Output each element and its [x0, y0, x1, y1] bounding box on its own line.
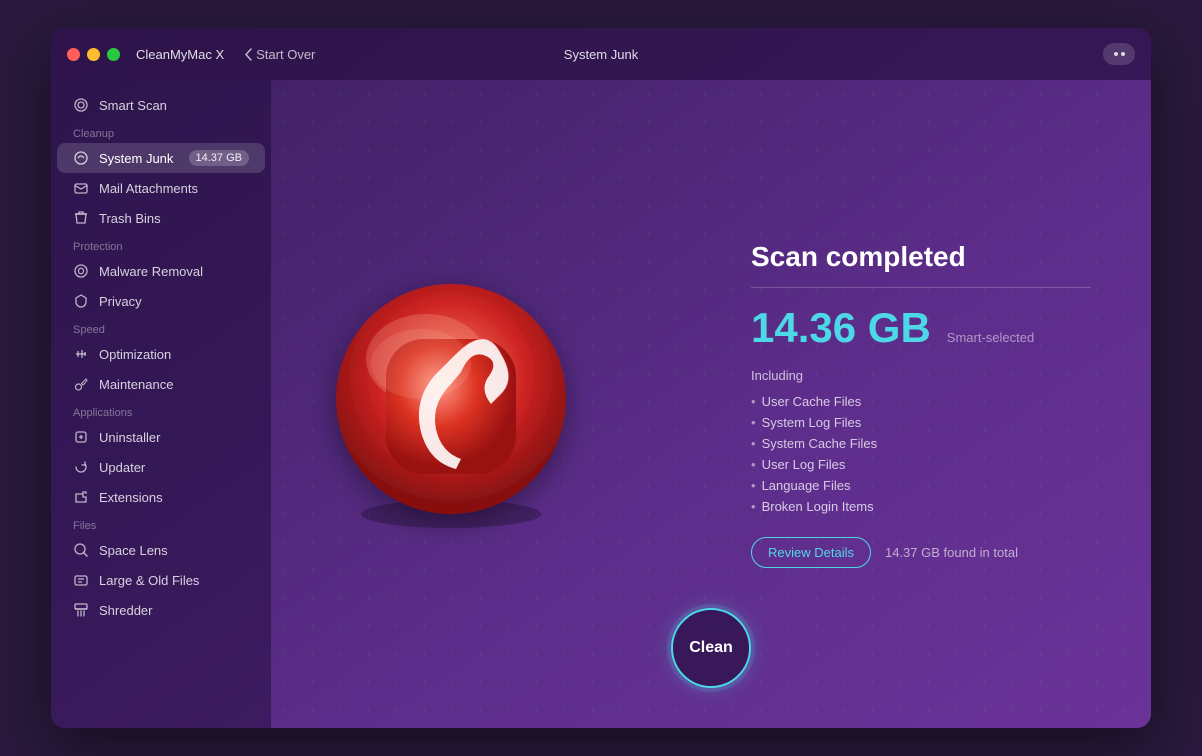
smart-selected-label: Smart-selected [947, 330, 1034, 345]
sidebar-item-system-junk[interactable]: System Junk 14.37 GB [57, 143, 265, 173]
main-content: Smart Scan Cleanup System Junk 14.37 GB … [51, 80, 1151, 728]
traffic-lights [67, 48, 120, 61]
system-junk-icon [73, 150, 89, 166]
sidebar-item-optimization[interactable]: Optimization [57, 339, 265, 369]
large-files-icon [73, 572, 89, 588]
content-area: Scan completed 14.36 GB Smart-selected I… [271, 80, 1151, 728]
sidebar-item-maintenance[interactable]: Maintenance [57, 369, 265, 399]
close-button[interactable] [67, 48, 80, 61]
sidebar: Smart Scan Cleanup System Junk 14.37 GB … [51, 80, 271, 728]
speed-section-label: Speed [51, 316, 271, 339]
shredder-icon [73, 602, 89, 618]
optimization-icon [73, 346, 89, 362]
file-list-item: Language Files [751, 475, 1091, 496]
sidebar-item-uninstaller[interactable]: Uninstaller [57, 422, 265, 452]
start-over-button[interactable]: Start Over [244, 47, 315, 62]
review-details-button[interactable]: Review Details [751, 537, 871, 568]
chevron-left-icon [244, 48, 252, 61]
app-title: CleanMyMac X [136, 47, 224, 62]
extensions-icon [73, 489, 89, 505]
malware-icon [73, 263, 89, 279]
info-panel: Scan completed 14.36 GB Smart-selected I… [711, 241, 1091, 568]
app-window: CleanMyMac X Start Over System Junk [51, 28, 1151, 728]
review-row: Review Details 14.37 GB found in total [751, 537, 1091, 568]
files-section-label: Files [51, 512, 271, 535]
file-list-item: System Cache Files [751, 433, 1091, 454]
maximize-button[interactable] [107, 48, 120, 61]
minimize-button[interactable] [87, 48, 100, 61]
sidebar-item-trash-bins[interactable]: Trash Bins [57, 203, 265, 233]
clean-button[interactable]: Clean [671, 608, 751, 688]
file-list-item: System Log Files [751, 412, 1091, 433]
titlebar: CleanMyMac X Start Over System Junk [51, 28, 1151, 80]
file-list-item: User Cache Files [751, 391, 1091, 412]
protection-section-label: Protection [51, 233, 271, 256]
window-center-title: System Junk [564, 47, 638, 62]
file-list-item: User Log Files [751, 454, 1091, 475]
titlebar-right [1103, 43, 1135, 65]
sidebar-item-space-lens[interactable]: Space Lens [57, 535, 265, 565]
sidebar-item-large-old-files[interactable]: Large & Old Files [57, 565, 265, 595]
dot2 [1121, 52, 1125, 56]
file-list-item: Broken Login Items [751, 496, 1091, 517]
including-label: Including [751, 368, 1091, 383]
mail-icon [73, 180, 89, 196]
app-logo [311, 264, 591, 544]
more-options-button[interactable] [1103, 43, 1135, 65]
sidebar-item-malware-removal[interactable]: Malware Removal [57, 256, 265, 286]
updater-icon [73, 459, 89, 475]
system-junk-badge: 14.37 GB [189, 150, 249, 166]
scan-completed-title: Scan completed [751, 241, 1091, 273]
sidebar-item-mail-attachments[interactable]: Mail Attachments [57, 173, 265, 203]
uninstaller-icon [73, 429, 89, 445]
maintenance-icon [73, 376, 89, 392]
applications-section-label: Applications [51, 399, 271, 422]
privacy-icon [73, 293, 89, 309]
sidebar-item-extensions[interactable]: Extensions [57, 482, 265, 512]
sidebar-item-updater[interactable]: Updater [57, 452, 265, 482]
dot1 [1114, 52, 1118, 56]
smart-scan-icon [73, 97, 89, 113]
file-list: User Cache FilesSystem Log FilesSystem C… [751, 391, 1091, 517]
app-logo-container [291, 264, 611, 544]
found-total: 14.37 GB found in total [885, 545, 1018, 560]
sidebar-item-shredder[interactable]: Shredder [57, 595, 265, 625]
clean-btn-container: Clean [671, 608, 751, 688]
divider [751, 287, 1091, 288]
sidebar-item-smart-scan[interactable]: Smart Scan [57, 90, 265, 120]
cleanup-section-label: Cleanup [51, 120, 271, 143]
space-lens-icon [73, 542, 89, 558]
sidebar-item-privacy[interactable]: Privacy [57, 286, 265, 316]
trash-icon [73, 210, 89, 226]
size-row: 14.36 GB Smart-selected [751, 304, 1091, 352]
size-value: 14.36 GB [751, 304, 931, 352]
